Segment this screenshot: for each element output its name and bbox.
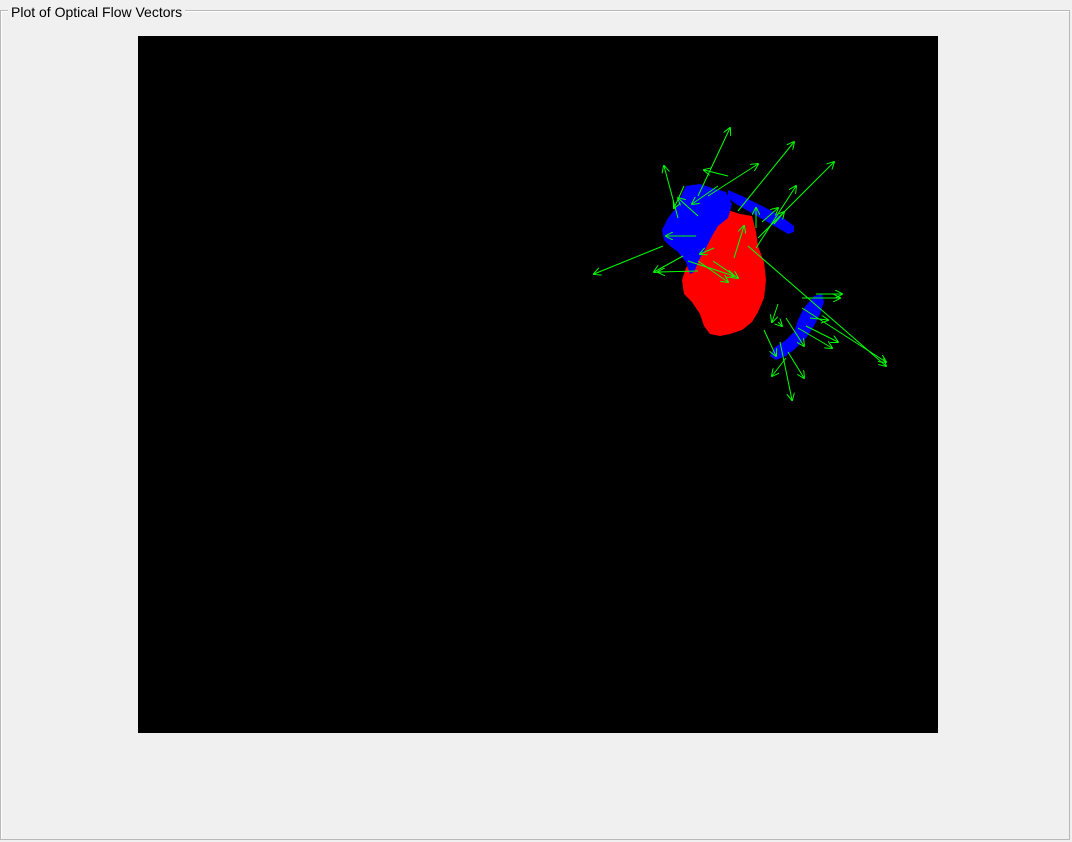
flow-vector-arrow: [654, 255, 684, 272]
plot-canvas: [138, 36, 938, 733]
flow-vector-arrow: [664, 166, 679, 219]
flow-vector-arrow: [772, 357, 787, 376]
flow-vector-arrow: [778, 322, 782, 326]
flow-vector-arrow: [707, 164, 758, 197]
flow-vector-arrow: [787, 351, 804, 378]
blue-motion-region-right: [770, 294, 824, 360]
flow-vector-arrow: [801, 307, 886, 362]
flow-vector-arrow: [697, 128, 730, 197]
flow-vector-arrow: [763, 329, 776, 356]
flow-vector-arrow: [594, 245, 664, 274]
optical-flow-plot: [138, 36, 938, 733]
panel-title: Plot of Optical Flow Vectors: [8, 3, 186, 21]
flow-vector-arrow: [747, 245, 886, 366]
flow-vector-arrow: [737, 142, 794, 212]
flow-vector-arrow: [772, 303, 779, 322]
